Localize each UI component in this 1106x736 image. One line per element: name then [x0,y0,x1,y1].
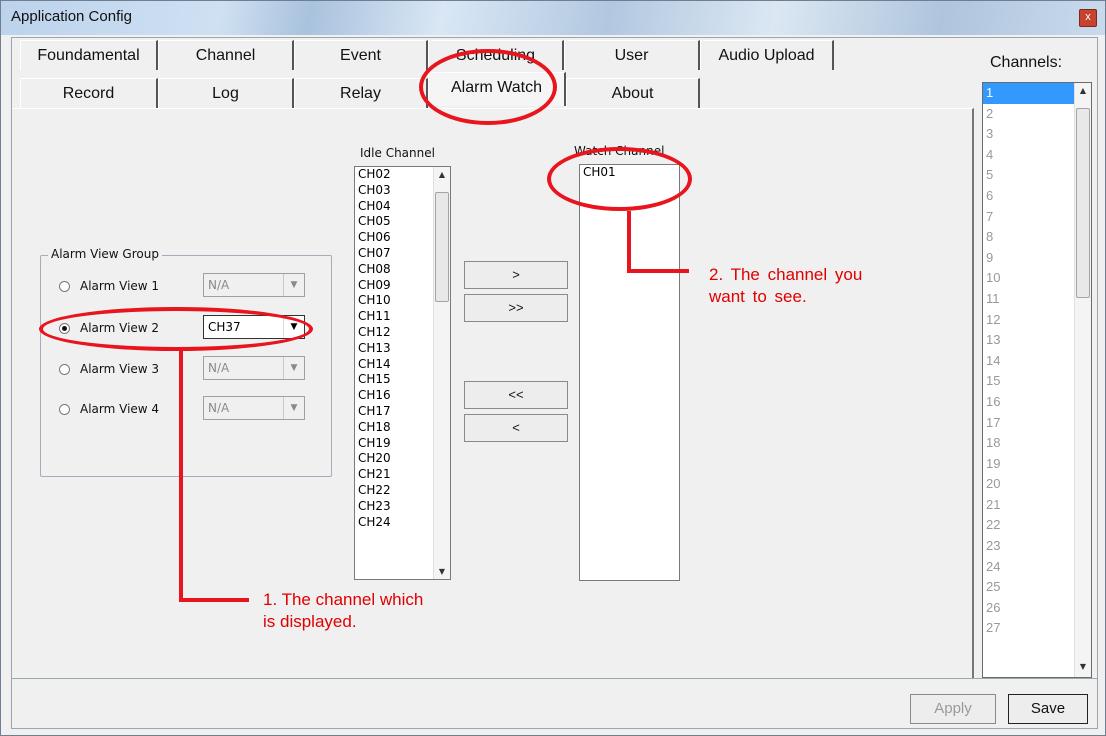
chevron-down-icon: ▼ [283,397,304,419]
alarm-view-4-value: N/A [208,401,230,415]
alarm-view-3-label: Alarm View 3 [80,362,160,376]
annotation-line-1-horizontal [179,598,249,602]
annotation-note-2-line2: want to see. [709,287,807,306]
apply-button[interactable]: Apply [910,694,996,724]
alarm-view-group-label: Alarm View Group [48,247,162,261]
remove-all-channels-button[interactable]: << [464,381,568,409]
scroll-up-icon[interactable]: ▲ [434,170,450,179]
tab-event[interactable]: Event [294,40,428,70]
chevron-down-icon: ▼ [283,357,304,379]
tab-channel[interactable]: Channel [158,40,294,70]
alarm-view-1-radio[interactable] [59,281,70,292]
tab-foundamental[interactable]: Foundamental [20,40,158,70]
tab-log[interactable]: Log [158,78,294,108]
chevron-down-icon: ▼ [283,274,304,296]
annotation-line-2-horizontal [627,269,689,273]
close-icon[interactable]: x [1079,9,1097,27]
alarm-view-4-radio[interactable] [59,404,70,415]
alarm-view-4-select[interactable]: N/A ▼ [203,396,305,420]
channels-scrollbar[interactable]: ▲ ▼ [1074,83,1091,677]
alarm-view-3-value: N/A [208,361,230,375]
title-bar: Application Config x [1,1,1105,35]
window-title: Application Config [11,8,132,25]
scroll-thumb[interactable] [1076,108,1090,298]
scroll-thumb[interactable] [435,192,449,302]
annotation-ellipse-watch-channel [547,147,692,211]
idle-channel-list[interactable]: CH02 CH03 CH04 CH05 CH06 CH07 CH08 CH09 CH10 CH11… [354,166,451,580]
tab-record[interactable]: Record [20,78,158,108]
remove-channel-button[interactable]: < [464,414,568,442]
add-all-channels-button[interactable]: >> [464,294,568,322]
annotation-note-2-line1: 2. The channel you [709,265,863,284]
annotation-ellipse-tab [419,49,557,125]
tab-user[interactable]: User [564,40,700,70]
annotation-note-1: 1. The channel which is displayed. [263,589,423,633]
scroll-down-icon[interactable]: ▼ [434,567,450,576]
client-area: Foundamental Channel Event Scheduling Us… [11,37,1098,729]
alarm-view-1-select[interactable]: N/A ▼ [203,273,305,297]
channels-label: Channels: [990,54,1063,71]
alarm-view-4-label: Alarm View 4 [80,402,160,416]
add-channel-button[interactable]: > [464,261,568,289]
channels-list[interactable]: 1 2 3 4 5 6 7 8 9 10 11 12 13 14 15 16 17 18 19 20 21 22 23 24 2… [982,82,1092,678]
alarm-view-1-value: N/A [208,278,230,292]
annotation-note-1-line1: 1. The channel which [263,590,424,609]
annotation-note-2: 2. The channel you want to see. [709,264,862,308]
alarm-view-1-label: Alarm View 1 [80,279,160,293]
annotation-line-1-vertical [179,351,183,601]
annotation-ellipse-alarm-view-2 [39,307,313,351]
annotation-line-2-vertical [627,211,631,273]
tab-audio-upload[interactable]: Audio Upload [700,40,834,70]
tab-relay[interactable]: Relay [294,78,428,108]
save-button[interactable]: Save [1008,694,1088,724]
tab-about[interactable]: About [566,78,700,108]
scroll-down-icon[interactable]: ▼ [1075,662,1091,671]
idle-channel-scrollbar[interactable]: ▲ ▼ [433,167,450,579]
annotation-note-1-line2: is displayed. [263,612,357,631]
idle-channel-label: Idle Channel [360,146,435,160]
application-config-window: Application Config x Foundamental Channe… [0,0,1106,736]
alarm-view-3-radio[interactable] [59,364,70,375]
alarm-view-3-select[interactable]: N/A ▼ [203,356,305,380]
scroll-up-icon[interactable]: ▲ [1075,86,1091,95]
